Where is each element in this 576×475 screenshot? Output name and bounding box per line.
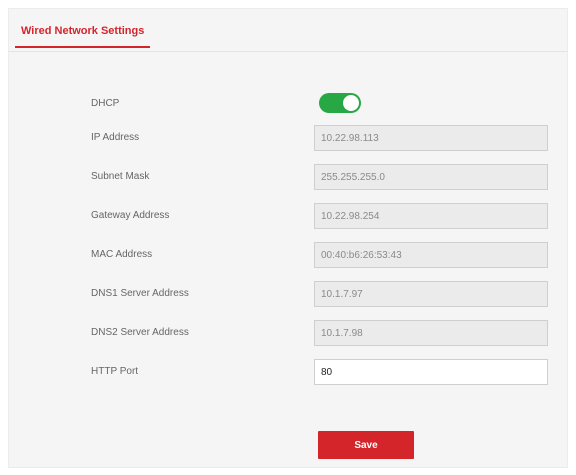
gateway-address-label: Gateway Address [91, 210, 170, 221]
http-port-row: HTTP Port [9, 359, 567, 385]
dns2-server-label: DNS2 Server Address [91, 327, 189, 338]
save-button[interactable]: Save [318, 431, 414, 459]
mac-address-field[interactable] [314, 242, 548, 268]
dhcp-label: DHCP [91, 98, 120, 109]
dns1-server-label: DNS1 Server Address [91, 288, 189, 299]
dns1-server-field[interactable] [314, 281, 548, 307]
dhcp-toggle[interactable] [319, 93, 361, 113]
http-port-label: HTTP Port [91, 366, 139, 377]
settings-panel: Wired Network Settings DHCP IP Address S… [8, 8, 568, 468]
mac-address-label: MAC Address [91, 249, 153, 260]
tab-bar: Wired Network Settings [9, 9, 567, 52]
subnet-mask-row: Subnet Mask [9, 164, 567, 190]
ip-address-row: IP Address [9, 125, 567, 151]
dhcp-row: DHCP [9, 91, 567, 117]
toggle-knob [343, 95, 359, 111]
ip-address-label: IP Address [91, 132, 140, 143]
dns2-server-row: DNS2 Server Address [9, 320, 567, 346]
ip-address-field[interactable] [314, 125, 548, 151]
http-port-field[interactable] [314, 359, 548, 385]
mac-address-row: MAC Address [9, 242, 567, 268]
subnet-mask-field[interactable] [314, 164, 548, 190]
subnet-mask-label: Subnet Mask [91, 171, 150, 182]
gateway-address-row: Gateway Address [9, 203, 567, 229]
dns1-server-row: DNS1 Server Address [9, 281, 567, 307]
gateway-address-field[interactable] [314, 203, 548, 229]
tab-wired-network-settings[interactable]: Wired Network Settings [15, 25, 151, 48]
dns2-server-field[interactable] [314, 320, 548, 346]
